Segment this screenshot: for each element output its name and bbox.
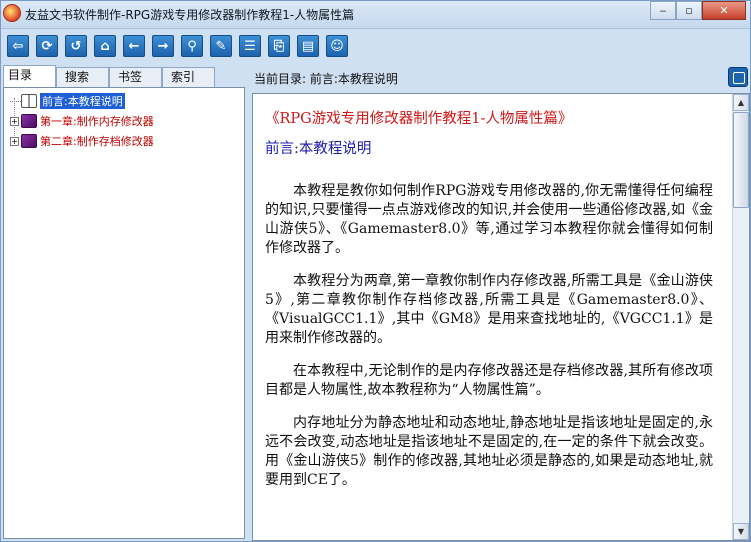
- vertical-scrollbar[interactable]: ▲ ▼: [732, 94, 749, 540]
- window-toggle-icon[interactable]: [728, 67, 748, 87]
- tree-item-label[interactable]: 前言:本教程说明: [40, 93, 125, 109]
- app-window: 友益文书软件制作-RPG游戏专用修改器制作教程1-人物属性篇 ‒ ▫ ✕ ⇦ ⟳…: [0, 0, 751, 542]
- current-path-bar: 当前目录: 前言:本教程说明: [252, 65, 750, 89]
- eraser-icon[interactable]: ✎: [210, 35, 232, 57]
- current-path-label: 当前目录:: [254, 72, 307, 86]
- paragraph: 内存地址分为静态地址和动态地址,静态地址是指该地址是固定的,永远不会改变,动态地…: [265, 415, 713, 488]
- sidebar: 目录 搜索 书签 索引 前言:本教程说明 + 第一章:制作内存修改器 + 第二章…: [3, 65, 247, 541]
- closed-book-icon: [21, 134, 37, 148]
- close-button[interactable]: ✕: [702, 1, 746, 20]
- window-controls: ‒ ▫ ✕: [650, 1, 746, 21]
- expand-icon[interactable]: +: [10, 116, 19, 126]
- paragraph: 本教程是教你如何制作RPG游戏专用修改器的,你无需懂得任何编程的知识,只要懂得一…: [265, 183, 713, 256]
- tree-item-preface[interactable]: 前言:本教程说明: [10, 92, 125, 110]
- scroll-thumb[interactable]: [733, 112, 749, 208]
- notes-icon[interactable]: ☰: [239, 35, 261, 57]
- exit-icon[interactable]: ⇦: [7, 35, 29, 57]
- scroll-up-icon[interactable]: ▲: [733, 94, 749, 111]
- back-icon[interactable]: ←: [123, 35, 145, 57]
- window-title: 友益文书软件制作-RPG游戏专用修改器制作教程1-人物属性篇: [25, 8, 355, 22]
- tab-bookmarks[interactable]: 书签: [109, 67, 162, 87]
- paragraph: 在本教程中,无论制作的是内存修改器还是存档修改器,其所有修改项目都是人物属性,故…: [265, 363, 713, 398]
- tab-contents[interactable]: 目录: [3, 65, 56, 87]
- tree-item-label[interactable]: 第一章:制作内存修改器: [40, 113, 154, 129]
- export-icon[interactable]: ⎘: [268, 35, 290, 57]
- document-view: 《RPG游戏专用修改器制作教程1-人物属性篇》 前言:本教程说明 本教程是教你如…: [252, 93, 750, 541]
- title-bar: 友益文书软件制作-RPG游戏专用修改器制作教程1-人物属性篇 ‒ ▫ ✕: [1, 1, 750, 29]
- refresh-icon[interactable]: ⟳: [36, 35, 58, 57]
- contents-tree: 前言:本教程说明 + 第一章:制作内存修改器 + 第二章:制作存档修改器: [3, 87, 245, 539]
- expand-icon[interactable]: +: [10, 136, 19, 146]
- content-panel: 当前目录: 前言:本教程说明 《RPG游戏专用修改器制作教程1-人物属性篇》 前…: [252, 65, 750, 541]
- search-icon[interactable]: ⚲: [181, 35, 203, 57]
- toolbar: ⇦ ⟳ ↺ ⌂ ← → ⚲ ✎ ☰ ⎘ ▤ ☺: [1, 31, 750, 61]
- tree-item-chapter-1[interactable]: + 第一章:制作内存修改器: [10, 112, 154, 130]
- home-icon[interactable]: ⌂: [94, 35, 116, 57]
- paragraph: 本教程分为两章,第一章教你制作内存修改器,所需工具是《金山游侠5》,第二章教你制…: [265, 273, 713, 346]
- current-path-value: 前言:本教程说明: [309, 72, 398, 86]
- minimize-button[interactable]: ‒: [650, 1, 676, 20]
- sidebar-tabs: 目录 搜索 书签 索引: [3, 65, 215, 87]
- tree-item-chapter-2[interactable]: + 第二章:制作存档修改器: [10, 132, 154, 150]
- tree-line: [10, 100, 21, 102]
- maximize-button[interactable]: ▫: [676, 1, 702, 20]
- scroll-down-icon[interactable]: ▼: [733, 523, 749, 540]
- smiley-icon[interactable]: ☺: [326, 35, 348, 57]
- app-logo-icon: [3, 4, 21, 22]
- document-body: 《RPG游戏专用修改器制作教程1-人物属性篇》 前言:本教程说明 本教程是教你如…: [265, 106, 713, 490]
- tab-search[interactable]: 搜索: [56, 67, 109, 87]
- bookmark-icon[interactable]: ▤: [297, 35, 319, 57]
- tab-index[interactable]: 索引: [162, 67, 215, 87]
- reload-icon[interactable]: ↺: [65, 35, 87, 57]
- section-heading: 前言:本教程说明: [265, 141, 372, 157]
- tree-item-label[interactable]: 第二章:制作存档修改器: [40, 133, 154, 149]
- document-title: 《RPG游戏专用修改器制作教程1-人物属性篇》: [265, 111, 573, 127]
- forward-icon[interactable]: →: [152, 35, 174, 57]
- open-book-icon: [21, 94, 37, 108]
- closed-book-icon: [21, 114, 37, 128]
